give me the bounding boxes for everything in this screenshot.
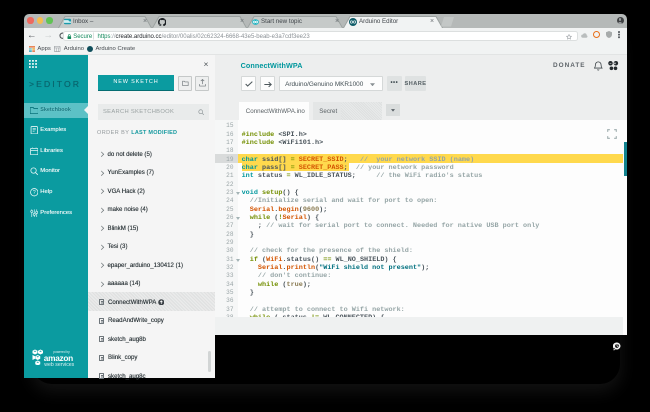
svg-text:?: ? — [32, 190, 35, 196]
